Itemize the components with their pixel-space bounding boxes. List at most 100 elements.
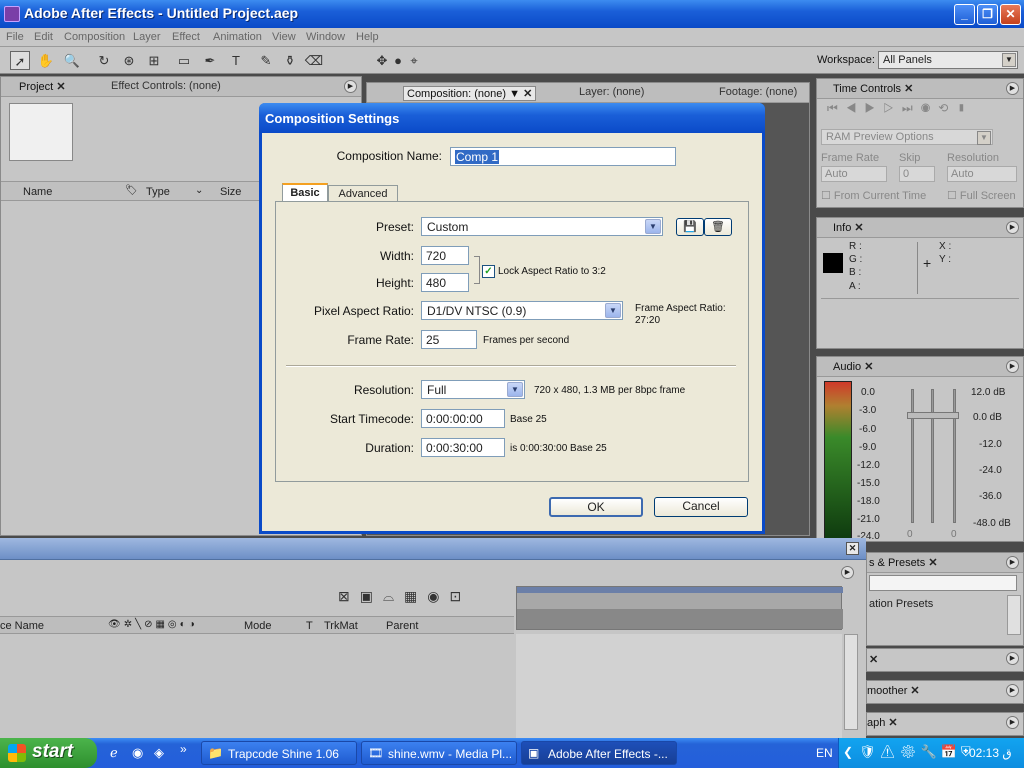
tab-effects-presets[interactable]: s & Presets ✕ (869, 556, 938, 569)
close-tab-icon[interactable]: ✕ (910, 685, 919, 697)
height-input[interactable]: 480 (421, 273, 469, 292)
language-indicator[interactable]: EN (816, 746, 833, 760)
panel-menu-icon[interactable]: ▶ (1006, 556, 1019, 569)
resolution-select[interactable]: Full ▼ (421, 380, 525, 399)
from-current-time-checkbox[interactable]: ☐ From Current Time (821, 189, 926, 202)
playback-buttons[interactable]: ⏮◀▶▷⏭◉⟲▮ (827, 101, 974, 116)
duration-input[interactable]: 0:00:30:00 (421, 438, 505, 457)
tab-audio[interactable]: Audio ✕ (833, 360, 873, 373)
window-title-bar[interactable]: Adobe After Effects - Untitled Project.a… (0, 0, 1024, 28)
tab-composition[interactable]: Composition: (none) ▼ ✕ (403, 86, 537, 101)
column-name[interactable]: Name (23, 186, 52, 198)
close-button[interactable]: ✕ (1000, 4, 1021, 25)
panel-menu-icon[interactable]: ▶ (1006, 82, 1019, 95)
tab-footage[interactable]: Footage: (none) (719, 86, 797, 98)
internet-explorer-icon[interactable]: ℯ (110, 745, 118, 761)
column-parent[interactable]: Parent (386, 620, 418, 632)
audio-slider-master-track[interactable] (931, 389, 934, 523)
effects-search-input[interactable] (869, 575, 1017, 591)
menu-animation[interactable]: Animation (213, 31, 262, 43)
frame-rate-input[interactable]: 25 (421, 330, 477, 349)
menu-file[interactable]: File (6, 31, 24, 43)
orbit-camera-tool-icon[interactable]: ⊛ (119, 51, 139, 70)
menu-edit[interactable]: Edit (34, 31, 53, 43)
panel-menu-icon[interactable]: ▶ (1006, 716, 1019, 729)
menu-help[interactable]: Help (356, 31, 379, 43)
tab-advanced[interactable]: Advanced (328, 185, 398, 202)
timeline-scrollbar[interactable] (844, 634, 858, 730)
timeline-track-area[interactable] (516, 634, 842, 738)
close-tab-icon[interactable]: ✕ (864, 361, 873, 373)
panel-menu-icon[interactable]: ▶ (1006, 652, 1019, 665)
tab-project[interactable]: Project ✕ (19, 80, 66, 93)
selection-tool-icon[interactable]: ➚ (10, 51, 30, 70)
column-source-name[interactable]: ce Name (0, 620, 44, 632)
clock[interactable]: 02:13 ق (969, 746, 1012, 760)
close-icon[interactable]: ✕ (846, 542, 859, 555)
close-tab-icon[interactable]: ✕ (928, 557, 937, 569)
menu-window[interactable]: Window (306, 31, 345, 43)
ok-button[interactable]: OK (549, 497, 643, 517)
quicklaunch-icon[interactable]: ◉ (132, 745, 143, 761)
quicklaunch-icon-2[interactable]: ◈ (154, 745, 164, 761)
task-trapcode-shine[interactable]: 📁 Trapcode Shine 1.06 (201, 741, 357, 765)
menu-view[interactable]: View (272, 31, 296, 43)
pixel-aspect-select[interactable]: D1/DV NTSC (0.9) ▼ (421, 301, 623, 320)
cancel-button[interactable]: Cancel (654, 497, 748, 517)
audio-slider-handles[interactable] (907, 412, 959, 419)
preset-select[interactable]: Custom ▼ (421, 217, 663, 236)
tray-expand-icon[interactable]: ❮ (843, 745, 853, 759)
skip-select[interactable]: 0 (899, 166, 935, 182)
panel-menu-icon[interactable]: ▶ (344, 80, 357, 93)
pan-behind-tool-icon[interactable]: ⊞ (144, 51, 164, 70)
animation-presets-item[interactable]: ation Presets (869, 598, 933, 610)
minimize-button[interactable]: _ (954, 4, 975, 25)
ram-preview-select[interactable]: RAM Preview Options ▼ (821, 129, 993, 145)
tab-info[interactable]: Info ✕ (833, 221, 864, 234)
close-tab-icon[interactable]: ✕ (904, 83, 913, 95)
work-area-bar[interactable] (517, 587, 843, 593)
panel-menu-icon[interactable]: ▶ (841, 566, 854, 579)
menu-layer[interactable]: Layer (133, 31, 161, 43)
close-tab-icon[interactable]: ✕ (56, 81, 65, 93)
task-media-player[interactable]: 🎞 shine.wmv - Media Pl... (361, 741, 517, 765)
task-after-effects[interactable]: ▣ Adobe After Effects -... (521, 741, 677, 765)
chevron-down-icon[interactable]: ⌄ (195, 185, 203, 196)
panel-menu-icon[interactable]: ▶ (1006, 221, 1019, 234)
tab-effect-controls[interactable]: Effect Controls: (none) (111, 80, 221, 92)
close-tab-icon[interactable]: ✕ (523, 88, 532, 100)
brush-tool-icon[interactable]: ✎ (256, 51, 276, 70)
close-tab-icon[interactable]: ✕ (854, 222, 863, 234)
full-screen-checkbox[interactable]: ☐ Full Screen (947, 189, 1016, 202)
width-input[interactable]: 720 (421, 246, 469, 265)
quicklaunch-more-icon[interactable]: » (180, 742, 187, 756)
resolution-select[interactable]: Auto (947, 166, 1017, 182)
start-timecode-input[interactable]: 0:00:00:00 (421, 409, 505, 428)
timeline-ruler[interactable] (516, 586, 843, 630)
audio-slider-right-track[interactable] (953, 389, 956, 523)
label-tag-icon[interactable]: 🏷 (125, 185, 138, 196)
clone-stamp-tool-icon[interactable]: ⚱ (280, 51, 300, 70)
workspace-select[interactable]: All Panels ▼ (878, 51, 1018, 69)
effects-scrollbar[interactable] (1007, 595, 1021, 635)
tab-smoother[interactable]: moother ✕ (867, 684, 920, 697)
timeline-switch-icons[interactable]: ⊠▣⌓▦◉⊡ (338, 588, 471, 605)
type-tool-icon[interactable]: T (226, 51, 246, 70)
rotation-tool-icon[interactable]: ↻ (94, 51, 114, 70)
column-t[interactable]: T (306, 620, 313, 632)
delete-preset-icon[interactable]: 🗑 (704, 218, 732, 236)
tray-icons[interactable]: 🛡⚠⚙🔧📅⛨ (859, 744, 975, 760)
column-mode[interactable]: Mode (244, 620, 272, 632)
hand-tool-icon[interactable]: ✋ (36, 51, 56, 70)
tab-basic[interactable]: Basic (282, 183, 328, 203)
dialog-title-bar[interactable]: Composition Settings (259, 103, 765, 133)
frame-rate-select[interactable]: Auto (821, 166, 887, 182)
start-button[interactable]: start (0, 738, 97, 768)
panel-menu-icon[interactable]: ▶ (1006, 360, 1019, 373)
tab-time-controls[interactable]: Time Controls ✕ (833, 82, 913, 95)
panel-menu-icon[interactable]: ▶ (1006, 684, 1019, 697)
timeline-floating-header[interactable]: ✕ (0, 538, 866, 560)
audio-slider-left-track[interactable] (911, 389, 914, 523)
menu-composition[interactable]: Composition (64, 31, 125, 43)
comp-name-input[interactable]: Comp 1 (450, 147, 676, 166)
